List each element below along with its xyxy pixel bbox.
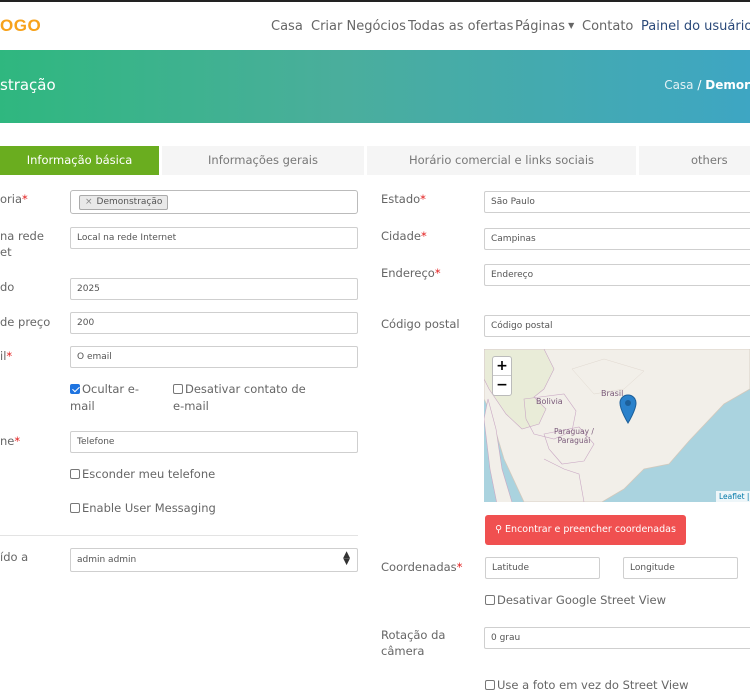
use-photo-checkbox[interactable]: Use a foto em vez do Street View [485,677,689,690]
email-input[interactable]: O email [70,346,358,368]
camera-rotation-label: Rotação da câmera [381,628,446,658]
tab-general-info[interactable]: Informações gerais [162,146,364,175]
nav-all-offers[interactable]: Todas as ofertas [408,19,513,34]
assigned-label: ído a [0,550,29,564]
map-pin-icon: ⚲ [495,524,506,535]
map-label-paraguay: Paraguay / Paraguái [554,427,594,445]
latitude-input[interactable]: Latitude [485,557,600,579]
price-label: de preço [0,315,51,329]
nav-home[interactable]: Casa [271,19,303,34]
zip-label: Código postal [381,317,460,331]
founded-input[interactable]: 2025 [70,278,358,300]
city-select[interactable]: Campinas [484,228,750,250]
breadcrumb-home[interactable]: Casa [664,78,693,92]
breadcrumb-current: Demor [705,78,750,92]
nav-create-business[interactable]: Criar Negócios [311,19,406,34]
tab-business-hours[interactable]: Horário comercial e links sociais [367,146,636,175]
price-input[interactable]: 200 [70,312,358,334]
address-input[interactable]: Endereço [484,264,750,286]
category-tag: × Demonstração [79,195,169,210]
user-messaging-checkbox[interactable]: Enable User Messaging [70,500,216,517]
zoom-in-button[interactable]: + [493,357,511,376]
category-select[interactable]: × Demonstração [70,190,358,214]
map-tiles [484,349,750,502]
checkbox[interactable] [485,680,495,690]
state-select[interactable]: São Paulo [484,191,750,213]
phone-input[interactable]: Telefone [70,431,358,453]
zoom-out-button[interactable]: − [493,376,511,395]
checkbox[interactable] [173,384,183,394]
checkbox[interactable] [70,503,80,513]
checkbox-checked[interactable] [70,384,80,394]
category-label: oria* [0,192,28,206]
find-coordinates-button[interactable]: ⚲ Encontrar e preencher coordenadas [485,515,686,545]
disable-email-contact-checkbox[interactable]: Desativar contato de e-mail [173,381,313,415]
required-mark: * [22,192,28,206]
nav-pages[interactable]: Páginas ▼ [515,19,574,34]
website-input[interactable]: Local na rede Internet [70,227,358,249]
breadcrumb-separator: / [697,78,702,92]
hide-email-checkbox[interactable]: Ocultar e-mail [70,381,150,415]
disable-streetview-checkbox[interactable]: Desativar Google Street View [485,592,666,609]
hide-phone-checkbox[interactable]: Esconder meu telefone [70,466,215,483]
assigned-value: admin admin [77,555,137,565]
assigned-select[interactable]: admin admin ▲ ▼ [70,548,358,572]
site-logo[interactable]: OGO [0,16,41,36]
tab-basic-info[interactable]: Informação básica [0,146,159,175]
map-attribution[interactable]: Leaflet | [716,491,750,502]
select-arrows-icon: ▲ ▼ [343,550,350,567]
checkbox[interactable] [70,469,80,479]
section-divider [0,535,358,536]
state-label: Estado* [381,192,426,206]
caret-down-icon: ▼ [568,21,575,30]
checkbox[interactable] [485,595,495,605]
nav-contact[interactable]: Contato [582,19,633,34]
coordinates-label: Coordenadas* [381,560,463,574]
email-label: il* [0,349,13,363]
camera-rotation-select[interactable]: 0 grau [484,627,750,649]
nav-pages-label: Páginas [515,19,566,34]
page-banner: stração Casa / Demor [0,50,750,123]
remove-tag-icon[interactable]: × [85,197,93,207]
zip-input[interactable]: Código postal [484,315,750,337]
location-map[interactable]: Brasil Bolivia Paraguay / Paraguái [484,349,750,502]
map-zoom-control: + − [492,356,512,396]
nav-user-dashboard[interactable]: Painel do usuário [641,19,750,34]
website-label: na rede et [0,229,44,259]
top-border [0,0,750,2]
breadcrumb: Casa / Demor [664,78,750,92]
city-label: Cidade* [381,229,427,243]
longitude-input[interactable]: Longitude [623,557,738,579]
map-label-bolivia: Bolivia [536,397,563,406]
map-marker-icon[interactable] [619,394,637,424]
address-label: Endereço* [381,266,441,280]
founded-label: do [0,280,15,294]
tab-others[interactable]: others [639,146,750,175]
page-title: stração [0,76,56,94]
phone-label: ne* [0,434,21,448]
